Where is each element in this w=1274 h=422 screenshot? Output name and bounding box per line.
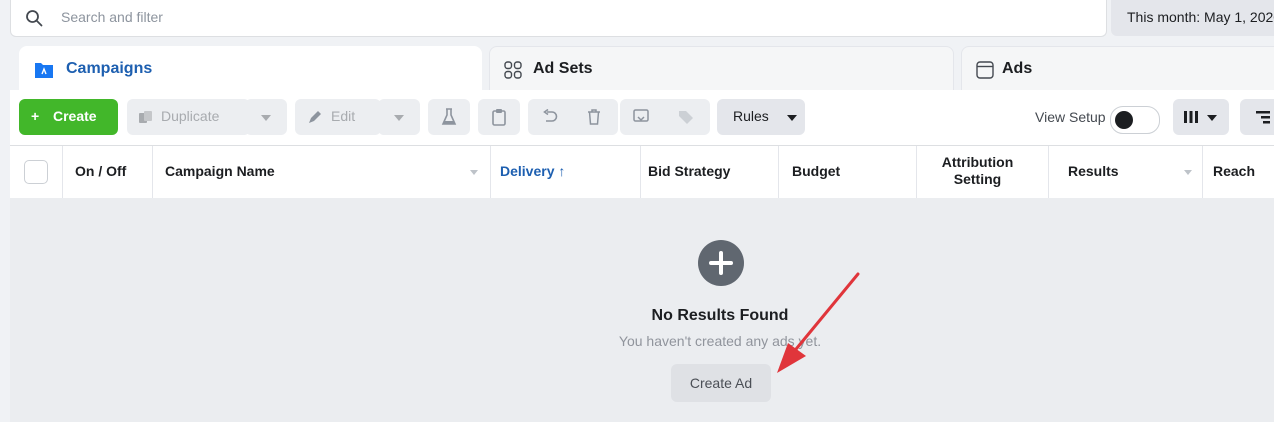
chevron-down-icon [787, 115, 797, 121]
trash-icon[interactable] [586, 109, 602, 125]
column-reach-label: Reach [1213, 163, 1256, 179]
search-placeholder: Search and filter [61, 9, 163, 25]
column-results-label: Results [1068, 163, 1119, 179]
create-button-label: Create [53, 108, 97, 124]
chevron-down-icon [1207, 115, 1217, 121]
columns-button[interactable] [1173, 99, 1229, 135]
plus-icon: + [31, 108, 40, 124]
column-header-on-off[interactable]: On / Off [62, 146, 153, 198]
tab-campaigns[interactable]: Campaigns [19, 46, 482, 93]
clipboard-button[interactable] [478, 99, 520, 135]
search-input[interactable]: Search and filter [10, 0, 1107, 37]
select-all-checkbox[interactable] [24, 160, 48, 184]
column-budget-label: Budget [792, 163, 841, 179]
clipboard-icon [492, 109, 506, 126]
column-on-off-label: On / Off [75, 163, 127, 179]
campaigns-folder-icon [35, 63, 53, 78]
column-header-reach[interactable]: Reach [1202, 146, 1274, 198]
columns-icon [1184, 111, 1198, 123]
chevron-down-icon [261, 115, 271, 121]
column-header-budget[interactable]: Budget [778, 146, 917, 198]
pencil-icon [309, 111, 321, 123]
ads-window-icon [976, 61, 994, 79]
empty-state-title: No Results Found [651, 307, 789, 324]
test-button[interactable] [428, 99, 470, 135]
column-header-campaign-name[interactable]: Campaign Name [152, 146, 491, 198]
preview-icon[interactable] [633, 109, 649, 125]
sort-chevron-icon [1184, 170, 1192, 175]
top-bar: Search and filter This month: May 1, 202… [0, 0, 1274, 38]
chevron-down-icon [394, 115, 404, 121]
tab-ad-sets[interactable]: Ad Sets [489, 46, 954, 91]
sort-chevron-icon [470, 170, 478, 175]
tag-icon[interactable] [678, 109, 694, 125]
search-icon [26, 10, 43, 27]
column-header-delivery[interactable]: Delivery ↑ [490, 146, 641, 198]
edit-button-label: Edit [331, 108, 356, 124]
column-bid-strategy-label: Bid Strategy [648, 163, 731, 179]
duplicate-icon [139, 111, 152, 123]
tab-ad-sets-label: Ad Sets [533, 60, 593, 77]
preview-tag-group [620, 99, 710, 135]
ad-sets-grid-icon [504, 61, 522, 79]
date-range-picker[interactable]: This month: May 1, 2020 [1111, 0, 1274, 36]
select-all-cell [10, 146, 63, 198]
tab-campaigns-label: Campaigns [66, 60, 153, 77]
rules-button-label: Rules [733, 108, 769, 124]
breakdown-icon [1256, 111, 1270, 124]
add-circle-icon [698, 240, 744, 286]
flask-icon [441, 108, 457, 125]
duplicate-button-label: Duplicate [161, 108, 220, 124]
tab-ads[interactable]: Ads [961, 46, 1274, 91]
empty-state-subtitle: You haven't created any ads yet. [618, 333, 822, 349]
rules-button[interactable]: Rules [717, 99, 805, 135]
edit-dropdown-button[interactable] [378, 99, 420, 135]
column-attribution-setting-label: Attribution Setting [941, 154, 1014, 187]
duplicate-dropdown-button[interactable] [245, 99, 287, 135]
duplicate-button[interactable]: Duplicate [127, 99, 250, 135]
create-button[interactable]: + Create [19, 99, 118, 135]
breakdown-button[interactable] [1240, 99, 1274, 135]
toolbar: + Create Duplicate Edit Rules View Setup [10, 90, 1274, 145]
undo-delete-group [528, 99, 618, 135]
tab-ads-label: Ads [1002, 60, 1033, 77]
column-header-results[interactable]: Results [1048, 146, 1203, 198]
date-range-label: This month: May 1, 2020 [1127, 9, 1274, 25]
column-campaign-name-label: Campaign Name [165, 163, 275, 179]
column-header-bid-strategy[interactable]: Bid Strategy [640, 146, 779, 198]
view-setup-label: View Setup [1035, 109, 1106, 125]
view-setup-toggle[interactable] [1110, 106, 1160, 134]
create-ad-button[interactable]: Create Ad [671, 364, 771, 402]
toggle-knob [1115, 111, 1133, 129]
undo-icon[interactable] [542, 109, 558, 125]
table-header: On / Off Campaign Name Delivery ↑ Bid St… [10, 145, 1274, 199]
create-ad-button-label: Create Ad [689, 375, 753, 391]
column-header-attribution-setting[interactable]: Attribution Setting [916, 146, 1049, 198]
edit-button[interactable]: Edit [295, 99, 381, 135]
column-delivery-label: Delivery ↑ [500, 163, 566, 179]
